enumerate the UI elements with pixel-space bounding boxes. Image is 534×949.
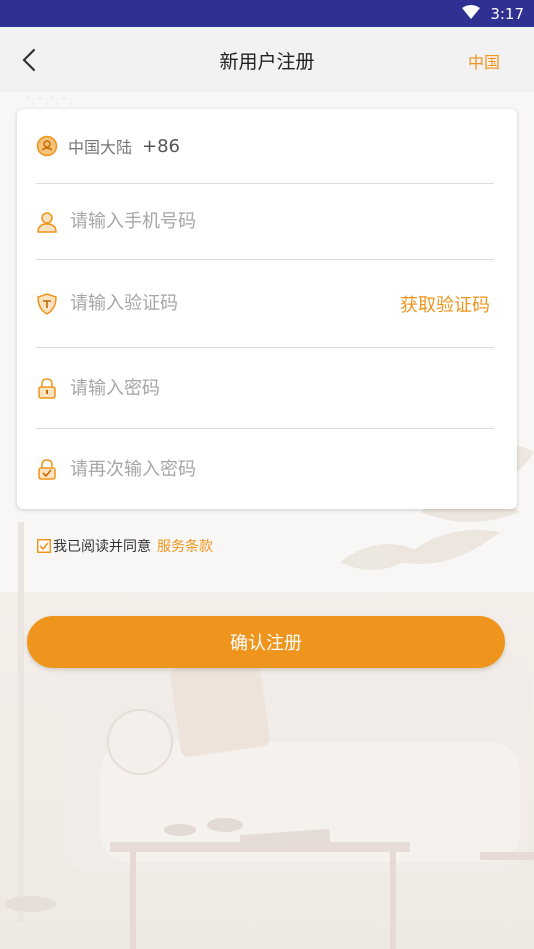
status-time: 3:17 [490,4,524,23]
confirm-register-button[interactable]: 确认注册 [27,616,505,668]
country-code: +86 [142,135,181,157]
phone-row [36,184,494,260]
status-bar: 3:17 [0,0,534,27]
code-row: 获取验证码 [36,260,494,348]
confirm-password-input[interactable] [68,457,494,481]
wifi-icon [462,4,481,23]
lock-icon [36,377,58,399]
lock-check-icon [36,458,58,480]
header-bar: 新用户注册 中国 [0,27,534,92]
password-row [36,348,494,429]
checkbox-icon [37,539,51,553]
register-form-card: 中国大陆 +86 获取验证码 [17,109,517,509]
agreement-row: 我已阅读并同意 服务条款 [37,536,213,556]
agreement-text: 我已阅读并同意 [53,539,151,555]
country-row[interactable]: 中国大陆 +86 [36,109,494,184]
country-label: 中国大陆 [68,138,133,157]
confirm-password-row [36,429,494,509]
get-code-button[interactable]: 获取验证码 [400,291,490,317]
phone-input[interactable] [68,210,494,233]
region-selector[interactable]: 中国 [468,49,500,73]
agree-checkbox[interactable] [37,539,51,553]
location-icon [36,135,58,157]
shield-icon [36,292,58,315]
password-input[interactable] [68,376,494,400]
page-title: 新用户注册 [219,51,315,73]
user-icon [36,211,58,233]
terms-link[interactable]: 服务条款 [157,536,213,556]
